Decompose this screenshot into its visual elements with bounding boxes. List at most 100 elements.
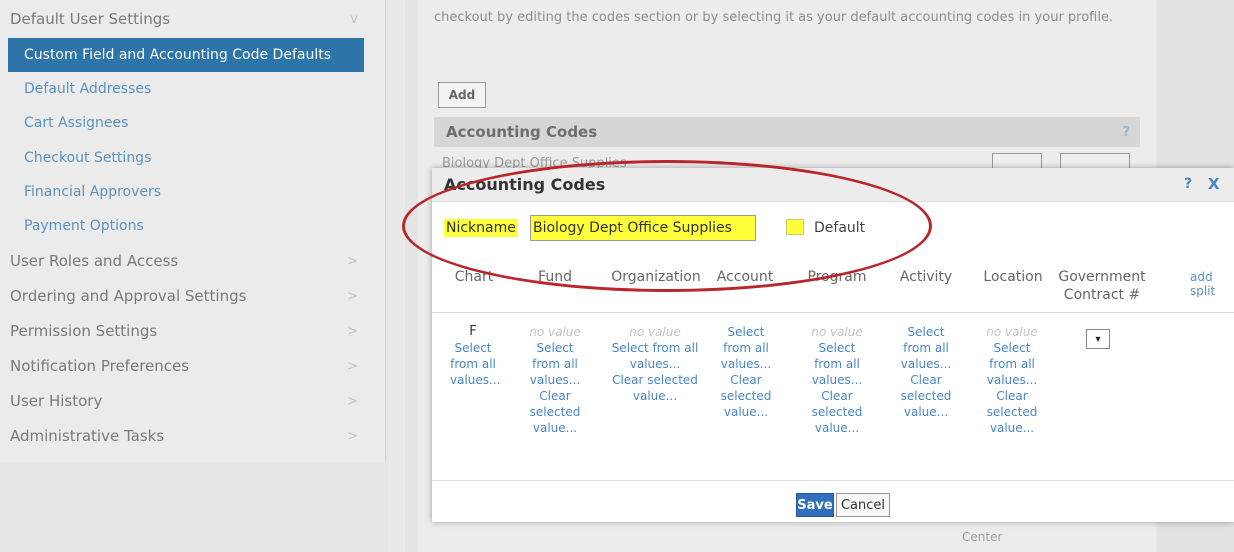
- save-button[interactable]: Save: [796, 493, 834, 517]
- clear-selected-link[interactable]: Clear selected value...: [806, 388, 868, 436]
- link-line: Select: [818, 341, 856, 355]
- link-line: values...: [529, 373, 581, 387]
- link-line: Select: [536, 341, 574, 355]
- sidebar-item-label: Payment Options: [24, 218, 144, 234]
- link-line: selected: [720, 389, 772, 403]
- sidebar-item-label: Permission Settings: [10, 322, 158, 340]
- column-header-chart: Chart: [454, 269, 494, 285]
- link-line: Clear: [821, 389, 853, 403]
- dialog-header: Accounting Codes ? X: [432, 168, 1234, 202]
- select-all-link[interactable]: Select from all values...: [896, 324, 956, 372]
- no-value-text: no value: [811, 325, 863, 339]
- add-split-link[interactable]: add split: [1190, 270, 1234, 298]
- chevron-down-icon: v: [350, 11, 358, 27]
- link-line: values...: [450, 373, 501, 387]
- sidebar-item-label: Financial Approvers: [24, 184, 162, 200]
- link-line: value...: [632, 389, 678, 403]
- help-icon[interactable]: ?: [1184, 176, 1192, 192]
- column-header-fund: Fund: [538, 269, 572, 285]
- no-value-text: no value: [629, 325, 681, 339]
- location-cell: no value Select from all values... Clear…: [980, 324, 1044, 436]
- sidebar-item-label: Ordering and Approval Settings: [10, 287, 247, 305]
- column-header-account: Account: [716, 269, 774, 285]
- link-line: value...: [989, 421, 1035, 435]
- sidebar-item-label: Default Addresses: [24, 81, 152, 97]
- link-line: values...: [986, 373, 1038, 387]
- fund-cell: no value Select from all values... Clear…: [528, 324, 582, 436]
- select-all-link[interactable]: Select from all values...: [528, 340, 582, 388]
- select-all-link[interactable]: Select from all values...: [980, 340, 1044, 388]
- select-all-link[interactable]: Select from all values...: [806, 340, 868, 388]
- link-line: Clear: [910, 373, 942, 387]
- sidebar-item-administrative-tasks[interactable]: Administrative Tasks >: [0, 419, 386, 453]
- column-header-government-contract: Government Contract #: [1058, 269, 1146, 303]
- link-line: from all: [450, 357, 496, 371]
- sidebar-item-permission-settings[interactable]: Permission Settings >: [0, 314, 386, 348]
- header-divider: [432, 312, 1234, 313]
- cancel-button[interactable]: Cancel: [836, 493, 890, 517]
- link-line: Select: [727, 325, 765, 339]
- intro-text: checkout by editing the codes section or…: [434, 10, 1114, 25]
- nickname-label: Nickname: [444, 219, 518, 237]
- chart-cell: F Select from all values...: [450, 324, 501, 388]
- link-line: Select: [993, 341, 1031, 355]
- sidebar-item-ordering-approval[interactable]: Ordering and Approval Settings >: [0, 279, 386, 313]
- nickname-field[interactable]: [530, 215, 756, 241]
- clear-selected-link[interactable]: Clear selected value...: [980, 388, 1044, 436]
- link-line: from all: [814, 357, 860, 371]
- clear-selected-link[interactable]: Clear selected value...: [528, 388, 582, 436]
- settings-sidebar-panel: Default User Settings v Custom Field and…: [0, 0, 386, 462]
- link-line: values...: [629, 357, 681, 371]
- link-line: selected: [529, 405, 581, 419]
- accounting-codes-section-header: Accounting Codes ?: [434, 117, 1140, 147]
- link-line: Clear: [730, 373, 762, 387]
- link-line: value...: [532, 421, 578, 435]
- clear-selected-link[interactable]: Clear selected value...: [600, 372, 710, 404]
- default-label: Default: [814, 220, 866, 236]
- select-all-link[interactable]: Select from all values...: [716, 324, 776, 372]
- link-line: selected: [811, 405, 863, 419]
- link-line: Select: [907, 325, 945, 339]
- sidebar-item-payment-options[interactable]: Payment Options: [0, 209, 386, 243]
- column-header-program: Program: [807, 269, 867, 285]
- link-line: value...: [723, 405, 769, 419]
- sidebar-item-user-history[interactable]: User History >: [0, 384, 386, 418]
- chevron-right-icon: >: [347, 288, 358, 304]
- sidebar-item-cart-assignees[interactable]: Cart Assignees: [0, 106, 386, 140]
- chevron-right-icon: >: [347, 358, 358, 374]
- link-line: from all: [532, 357, 578, 371]
- clear-selected-link[interactable]: Clear selected value...: [896, 372, 956, 420]
- sidebar-item-label: User History: [10, 392, 103, 410]
- add-button[interactable]: Add: [438, 82, 486, 108]
- account-cell: Select from all values... Clear selected…: [716, 324, 776, 420]
- default-checkbox[interactable]: [786, 219, 804, 235]
- settings-sidebar: Default User Settings v Custom Field and…: [0, 0, 388, 552]
- sidebar-item-label: Custom Field and Accounting Code Default…: [24, 47, 332, 63]
- link-line: values...: [900, 357, 952, 371]
- select-all-link[interactable]: Select from all values...: [450, 340, 501, 388]
- sidebar-item-checkout-settings[interactable]: Checkout Settings: [0, 141, 386, 175]
- sidebar-item-label: Checkout Settings: [24, 150, 152, 166]
- clear-selected-link[interactable]: Clear selected value...: [716, 372, 776, 420]
- link-line: value...: [814, 421, 860, 435]
- sidebar-item-notification-preferences[interactable]: Notification Preferences >: [0, 349, 386, 383]
- select-all-link[interactable]: Select from all values...: [600, 340, 710, 372]
- help-icon[interactable]: ?: [1122, 125, 1130, 140]
- sidebar-item-default-addresses[interactable]: Default Addresses: [0, 72, 386, 106]
- sidebar-item-custom-field-accounting-defaults[interactable]: Custom Field and Accounting Code Default…: [8, 38, 364, 72]
- sidebar-item-financial-approvers[interactable]: Financial Approvers: [0, 175, 386, 209]
- chart-value: F: [469, 324, 477, 339]
- link-line: Clear: [539, 389, 571, 403]
- link-line: values...: [811, 373, 863, 387]
- chevron-right-icon: >: [347, 393, 358, 409]
- sidebar-item-label: Administrative Tasks: [10, 427, 165, 445]
- link-line: from all: [903, 341, 949, 355]
- link-line: selected: [986, 405, 1038, 419]
- section-title: Accounting Codes: [446, 123, 598, 141]
- sidebar-item-user-roles[interactable]: User Roles and Access >: [0, 244, 386, 278]
- government-contract-select[interactable]: ▾: [1086, 329, 1110, 349]
- sidebar-item-default-user-settings[interactable]: Default User Settings v: [0, 2, 386, 36]
- accounting-codes-dialog: Accounting Codes ? X Nickname Default Ch…: [432, 168, 1234, 522]
- close-icon[interactable]: X: [1208, 175, 1220, 193]
- sidebar-item-label: User Roles and Access: [10, 252, 179, 270]
